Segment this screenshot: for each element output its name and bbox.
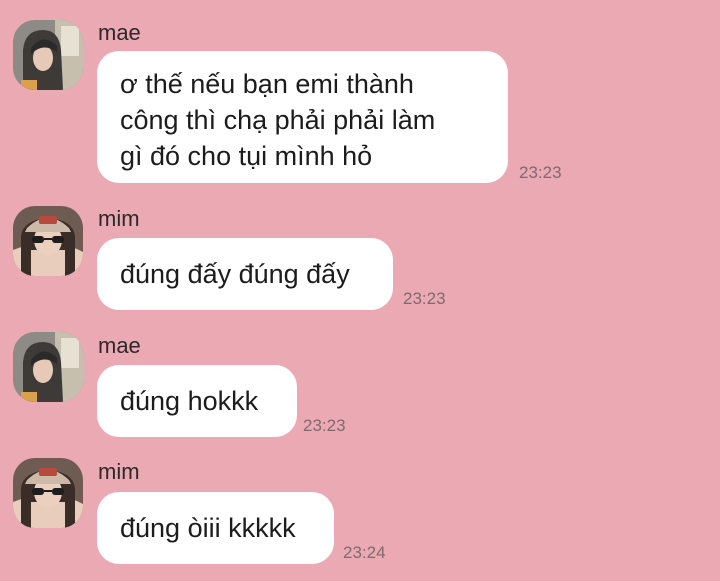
message-text-line: đúng òiii kkkkk [120,513,296,543]
sender-name: mim [98,459,140,484]
mim-avatar-image [13,458,83,528]
chat-message: mim đúng òiii kkkkk 23:24 [0,0,720,581]
message-timestamp: 23:24 [343,543,386,562]
sender-avatar[interactable] [13,458,83,528]
message-bubble[interactable]: đúng òiii kkkkk [97,492,334,564]
